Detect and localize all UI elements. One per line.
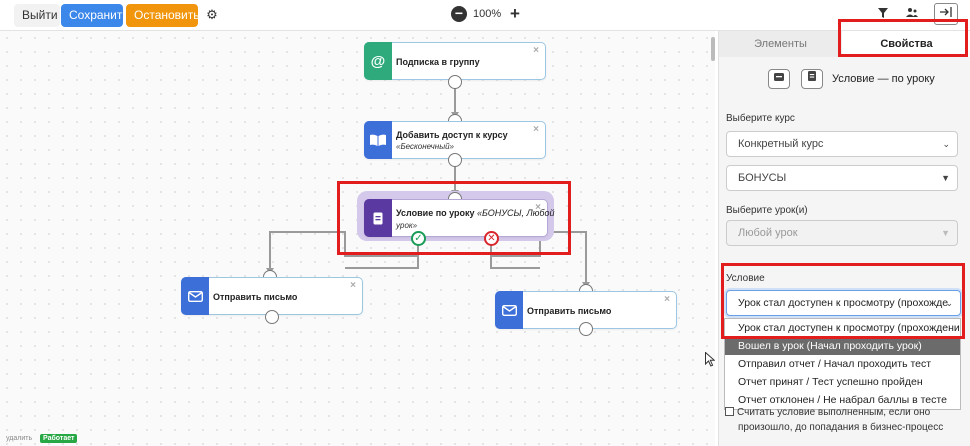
mouse-cursor-icon xyxy=(705,351,716,370)
node-title-main: Условие по уроку xyxy=(396,208,475,218)
lesson-icon xyxy=(364,199,392,237)
node-title: Подписка в группу xyxy=(396,57,480,67)
dropdown-option-selected[interactable]: Вошел в урок (Начал проходить урок) xyxy=(725,337,960,355)
node-title: Отправить письмо xyxy=(213,292,298,302)
no-branch-icon[interactable]: ✕ xyxy=(484,231,499,246)
tab-elements[interactable]: Элементы xyxy=(719,31,842,57)
filter-icon[interactable] xyxy=(872,5,894,25)
delete-link[interactable]: удалить xyxy=(6,435,32,442)
panel-heading: Условие — по уроку xyxy=(832,73,935,85)
caret-down-icon: ▼ xyxy=(941,228,950,238)
close-icon[interactable]: × xyxy=(533,45,539,56)
collapse-panel-icon[interactable] xyxy=(934,3,958,25)
node-lesson-condition[interactable]: Условие по уроку «БОНУСЫ, Любой урок» × xyxy=(364,199,554,237)
output-port[interactable] xyxy=(448,153,462,167)
checkbox-label: Считать условие выполненным, если оно xyxy=(737,407,931,418)
node-subtitle: урок» xyxy=(396,221,418,230)
condition-value: Урок стал доступен к просмотру (прохожде xyxy=(738,297,949,309)
lesson-select[interactable]: Любой урок ▼ xyxy=(726,220,958,246)
output-port[interactable] xyxy=(579,322,593,336)
node-subtitle: «Бесконечный» xyxy=(396,142,454,151)
close-icon[interactable]: × xyxy=(533,124,539,135)
yes-branch-icon[interactable]: ✓ xyxy=(411,231,426,246)
dropdown-option[interactable]: Отправил отчет / Начал проходить тест xyxy=(725,355,960,373)
checkbox-box[interactable] xyxy=(725,407,734,416)
condition-select[interactable]: Урок стал доступен к просмотру (прохожде… xyxy=(726,290,961,316)
at-icon: @ xyxy=(364,42,392,80)
book-icon xyxy=(364,121,392,159)
consider-condition-checkbox[interactable]: Считать условие выполненным, если оно xyxy=(725,407,930,418)
course-type-value: Конкретный курс xyxy=(738,138,824,150)
dropdown-option[interactable]: Отчет принят / Тест успешно пройден xyxy=(725,373,960,391)
node-title-detail: «БОНУСЫ, Любой xyxy=(477,208,555,218)
lesson-list-icon[interactable] xyxy=(768,69,790,89)
close-icon[interactable]: × xyxy=(664,294,670,305)
condition-label: Условие xyxy=(726,273,765,284)
tab-properties[interactable]: Свойства xyxy=(842,31,970,57)
node-title: Условие по уроку «БОНУСЫ, Любой xyxy=(396,208,554,218)
chevron-down-icon: ⌄ xyxy=(942,139,950,149)
node-title: Отправить письмо xyxy=(527,306,612,316)
caret-down-icon: ▼ xyxy=(941,173,950,183)
course-label: Выберите курс xyxy=(726,113,795,124)
mail-icon xyxy=(495,291,523,329)
users-icon[interactable] xyxy=(901,5,923,25)
course-type-select[interactable]: Конкретный курс ⌄ xyxy=(726,131,958,157)
checkbox-label-line2: произошло, до попадания в бизнес-процесс xyxy=(738,422,944,433)
mail-icon xyxy=(181,277,209,315)
close-icon[interactable]: × xyxy=(350,280,356,291)
lesson-label: Выберите урок(и) xyxy=(726,205,808,216)
lesson-doc-icon[interactable] xyxy=(801,69,823,89)
canvas-scrollbar[interactable] xyxy=(711,37,715,61)
dropdown-option[interactable]: Урок стал доступен к просмотру (прохожде… xyxy=(725,319,960,337)
node-title: Добавить доступ к курсу xyxy=(396,130,508,140)
course-value: БОНУСЫ xyxy=(738,172,787,184)
close-icon[interactable]: × xyxy=(535,202,541,213)
status-badge: Работает xyxy=(40,434,78,443)
output-port[interactable] xyxy=(265,310,279,324)
course-select[interactable]: БОНУСЫ ▼ xyxy=(726,165,958,191)
condition-dropdown: Урок стал доступен к просмотру (прохожде… xyxy=(724,318,961,410)
lesson-placeholder: Любой урок xyxy=(738,227,798,239)
output-port[interactable] xyxy=(448,75,462,89)
chevron-down-icon: ⌄ xyxy=(945,298,953,308)
